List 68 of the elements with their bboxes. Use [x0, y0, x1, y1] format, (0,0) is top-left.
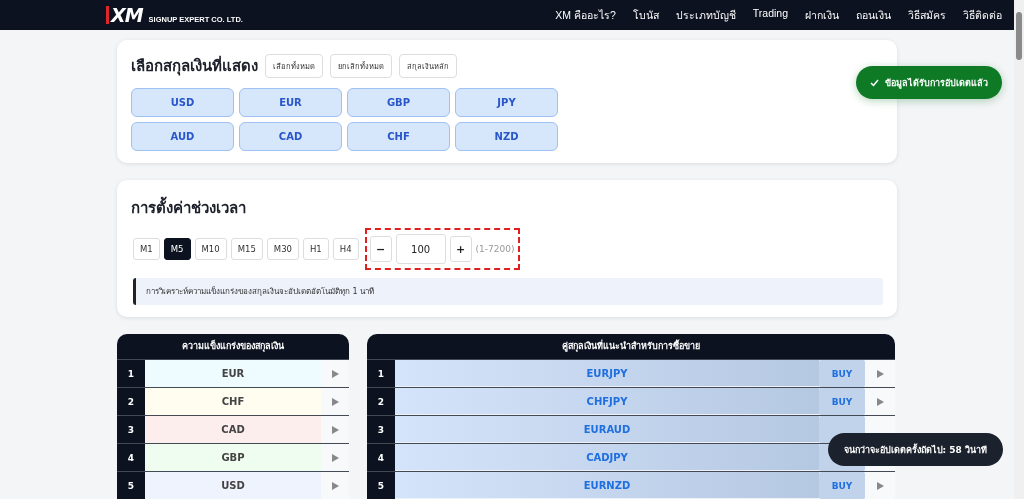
rank-cell: 1 — [117, 360, 145, 387]
currency-cell: CHF — [145, 388, 321, 415]
nav-link[interactable]: Trading — [752, 6, 788, 24]
currency-toggle[interactable]: JPY — [455, 88, 558, 117]
nav-link[interactable]: วิธีสมัคร — [908, 6, 946, 24]
nav-link[interactable]: XM คืออะไร? — [555, 6, 616, 24]
timeframe-button[interactable]: M30 — [266, 238, 299, 260]
play-icon[interactable] — [876, 481, 884, 490]
pair-cell: CHFJPY — [395, 388, 819, 415]
rank-cell: 2 — [117, 388, 145, 415]
pair-cell: CADJPY — [395, 444, 819, 471]
play-icon[interactable] — [331, 453, 339, 462]
play-icon[interactable] — [876, 397, 884, 406]
rank-cell: 3 — [117, 416, 145, 443]
currency-toggle[interactable]: GBP — [347, 88, 450, 117]
currency-toggle[interactable]: CAD — [239, 122, 342, 151]
rank-cell: 2 — [367, 388, 395, 415]
timeframe-button[interactable]: M1 — [133, 238, 160, 260]
scrollbar[interactable] — [1014, 0, 1024, 499]
signal-tag: BUY — [819, 472, 865, 499]
currency-toggle[interactable]: NZD — [455, 122, 558, 151]
logo[interactable]: XM — [106, 6, 143, 24]
rank-cell: 4 — [117, 444, 145, 471]
currency-toggle[interactable]: EUR — [239, 88, 342, 117]
pair-cell: EURJPY — [395, 360, 819, 387]
check-icon — [870, 78, 879, 87]
rank-cell: 5 — [367, 472, 395, 499]
toast-text: จนกว่าจะอัปเดตครั้งถัดไป: 58 วินาที — [843, 442, 987, 457]
nav-link[interactable]: ฝากเงิน — [805, 6, 839, 24]
table-header: ความแข็งแกร่งของสกุลเงิน — [117, 334, 349, 359]
nav-link[interactable]: วิธีติดต่อ — [963, 6, 1002, 24]
currency-toggle[interactable]: AUD — [131, 122, 234, 151]
pair-cell: EURNZD — [395, 472, 819, 499]
currency-cell: EUR — [145, 360, 321, 387]
range-hint: (1-7200) — [475, 244, 515, 254]
nav-link[interactable]: โบนัส — [632, 6, 659, 24]
rank-cell: 3 — [367, 416, 395, 443]
timeframe-button[interactable]: M15 — [230, 238, 263, 260]
currency-toggle[interactable]: USD — [131, 88, 234, 117]
decrement-button[interactable]: − — [369, 236, 392, 262]
rank-cell: 4 — [367, 444, 395, 471]
play-icon[interactable] — [331, 425, 339, 434]
toast-text: ข้อมูลได้รับการอัปเดตแล้ว — [885, 76, 988, 90]
play-icon[interactable] — [876, 369, 884, 378]
pair-cell: EURAUD — [395, 416, 819, 443]
info-note: การวิเคราะห์ความแข็งแกร่งของสกุลเงินจะอัปเดตอัตโนมัติทุก 1 นาที — [133, 278, 883, 305]
signal-tag: BUY — [819, 388, 865, 415]
nav-link[interactable]: ถอนเงิน — [856, 6, 891, 24]
timeframe-button[interactable]: H1 — [302, 238, 329, 260]
signal-tag: BUY — [819, 360, 865, 387]
increment-button[interactable]: + — [449, 236, 472, 262]
timeframe-button[interactable]: M5 — [163, 238, 191, 260]
section-title: การตั้งค่าช่วงเวลา — [131, 196, 883, 220]
rank-cell: 1 — [367, 360, 395, 387]
currency-cell: USD — [145, 472, 321, 499]
play-icon[interactable] — [331, 397, 339, 406]
play-icon[interactable] — [331, 481, 339, 490]
play-icon[interactable] — [331, 369, 339, 378]
nav-link[interactable]: ประเภทบัญชี — [675, 6, 736, 24]
table-header: คู่สกุลเงินที่แนะนำสำหรับการซื้อขาย — [367, 334, 895, 359]
currency-cell: CAD — [145, 416, 321, 443]
currency-cell: GBP — [145, 444, 321, 471]
rank-cell: 5 — [117, 472, 145, 499]
timeframe-button[interactable]: H4 — [332, 238, 359, 260]
section-title: เลือกสกุลเงินที่แสดง — [131, 54, 258, 78]
period-input[interactable]: 100 — [395, 234, 446, 264]
timeframe-button[interactable]: M10 — [194, 238, 227, 260]
currency-toggle[interactable]: CHF — [347, 122, 450, 151]
